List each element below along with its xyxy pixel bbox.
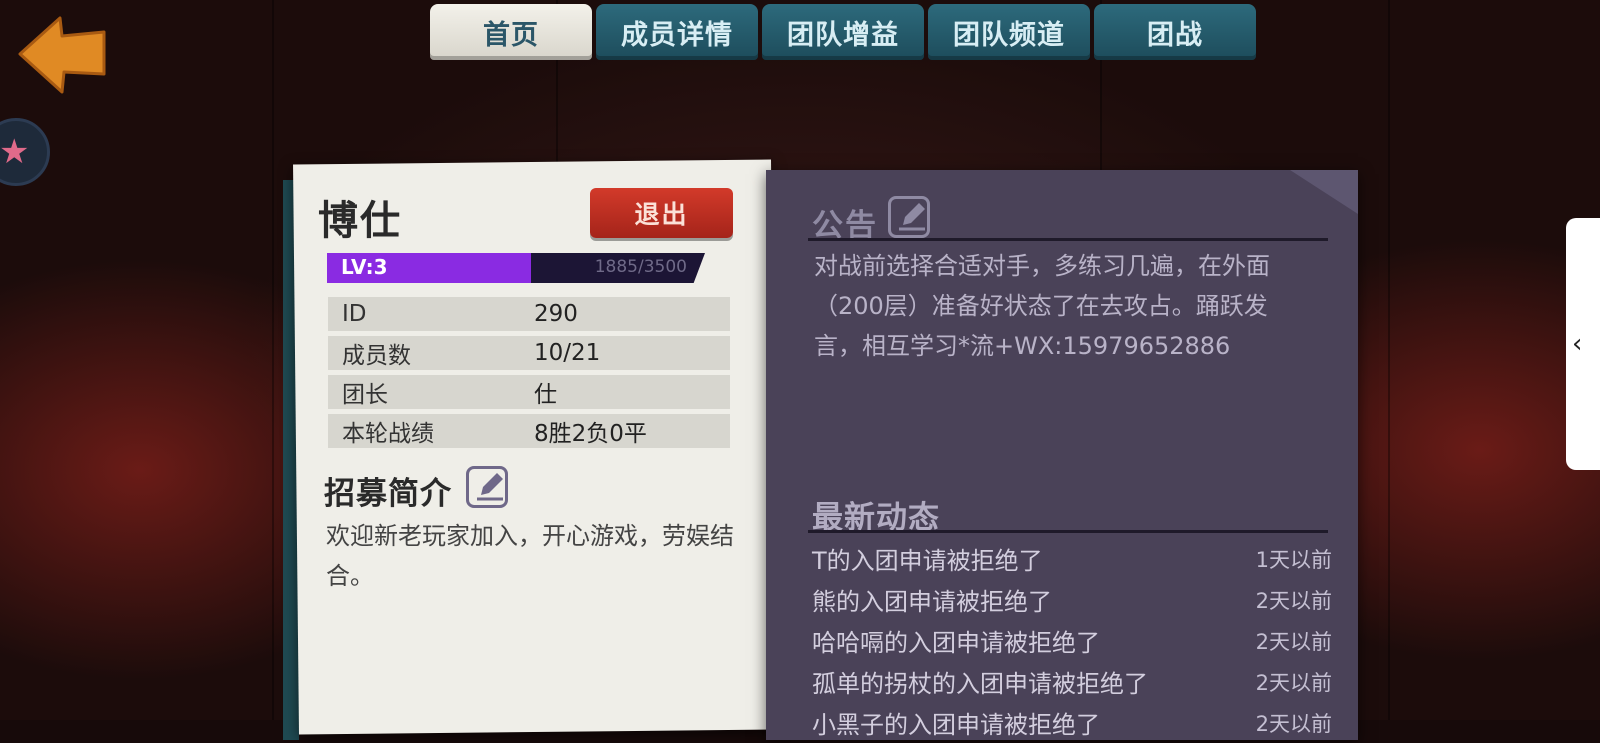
star-avatar-icon: ★	[0, 132, 30, 172]
news-text: 哈哈嗝的入团申请被拒绝了	[812, 629, 1100, 657]
edit-icon	[899, 203, 925, 231]
news-time: 2天以前	[1255, 588, 1332, 613]
news-item: 熊的入团申请被拒绝了 2天以前	[812, 579, 1332, 620]
notice-text: 对战前选择合适对手，多练习几遍，在外面（200层）准备好状态了在去攻占。踊跃发言…	[814, 252, 1270, 360]
edit-notice-icon[interactable]	[888, 196, 930, 238]
info-key: 本轮战绩	[342, 421, 434, 447]
news-text: T的入团申请被拒绝了	[812, 547, 1043, 575]
edit-icon	[477, 473, 503, 501]
tab-team-battle[interactable]: 团战	[1094, 4, 1256, 60]
news-time: 2天以前	[1255, 670, 1332, 695]
news-item: 哈哈嗝的入团申请被拒绝了 2天以前	[812, 620, 1332, 661]
info-row-record: 本轮战绩 8胜2负0平	[328, 414, 730, 448]
tab-home[interactable]: 首页	[430, 4, 592, 60]
recruit-text: 欢迎新老玩家加入，开心游戏，劳娱结合。	[326, 522, 734, 590]
news-time: 2天以前	[1255, 711, 1332, 736]
recruit-title: 招募简介	[324, 476, 452, 512]
info-key: 团长	[342, 382, 388, 408]
back-arrow-icon	[18, 16, 106, 94]
news-text: 熊的入团申请被拒绝了	[812, 588, 1052, 616]
back-button[interactable]	[16, 10, 108, 94]
news-text: 小黑子的入团申请被拒绝了	[812, 711, 1100, 739]
news-item: T的入团申请被拒绝了 1天以前	[812, 538, 1332, 579]
info-row-id: ID 290	[328, 297, 730, 331]
info-value: 仕	[534, 382, 557, 408]
tab-member-details[interactable]: 成员详情	[596, 4, 758, 60]
news-item: 孤单的拐杖的入团申请被拒绝了 2天以前	[812, 661, 1332, 702]
level-progress-bar: LV:3 1885/3500	[327, 253, 705, 283]
info-value: 10/21	[534, 340, 601, 366]
tab-bar: 首页 成员详情 团队增益 团队频道 团战	[430, 4, 1256, 60]
edit-recruit-icon[interactable]	[466, 466, 508, 508]
news-text: 孤单的拐杖的入团申请被拒绝了	[812, 670, 1148, 698]
exit-button[interactable]: 退出	[590, 188, 733, 238]
guild-info-table: ID 290 成员数 10/21 团长 仕 本轮战绩 8胜2负0平	[328, 297, 730, 453]
info-row-members: 成员数 10/21	[328, 336, 730, 370]
info-value: 8胜2负0平	[534, 421, 647, 447]
news-time: 2天以前	[1255, 629, 1332, 654]
info-key: ID	[342, 301, 367, 327]
plank-seam	[272, 0, 274, 720]
plank-seam	[1388, 0, 1390, 720]
tab-team-channel[interactable]: 团队频道	[928, 4, 1090, 60]
xp-text: 1885/3500	[594, 257, 687, 277]
side-drawer-handle[interactable]: ‹	[1566, 218, 1600, 470]
level-label: LV:3	[341, 255, 388, 279]
info-value: 290	[534, 301, 578, 327]
info-key: 成员数	[342, 343, 411, 369]
news-time: 1天以前	[1255, 547, 1332, 572]
news-item: 小黑子的入团申请被拒绝了 2天以前	[812, 702, 1332, 743]
notice-divider	[808, 238, 1328, 241]
tab-team-buffs[interactable]: 团队增益	[762, 4, 924, 60]
news-list: T的入团申请被拒绝了 1天以前 熊的入团申请被拒绝了 2天以前 哈哈嗝的入团申请…	[812, 538, 1332, 743]
guild-name: 博仕	[318, 198, 402, 244]
chevron-left-icon: ‹	[1572, 329, 1583, 359]
news-divider	[808, 530, 1328, 533]
info-row-leader: 团长 仕	[328, 375, 730, 409]
